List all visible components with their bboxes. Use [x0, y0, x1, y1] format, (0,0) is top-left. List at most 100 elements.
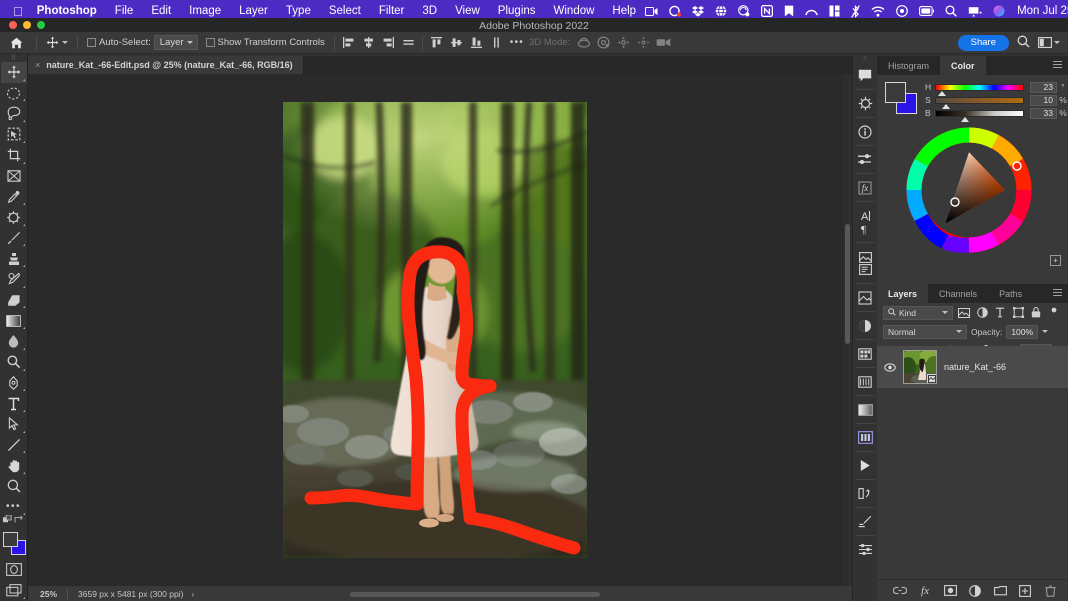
more-options-button[interactable]: •••	[505, 37, 529, 48]
object-selection-tool[interactable]	[1, 124, 27, 145]
dodge-tool[interactable]	[1, 352, 27, 373]
blend-mode-dropdown[interactable]: Normal	[883, 325, 967, 339]
lasso-tool[interactable]	[1, 103, 27, 124]
comments-icon[interactable]	[853, 62, 878, 89]
arc-icon[interactable]	[805, 6, 818, 17]
distribute-top-icon[interactable]	[488, 34, 505, 51]
screen-recording-icon[interactable]	[645, 6, 658, 17]
rotate-3d-icon[interactable]	[575, 34, 592, 51]
paragraph-icon[interactable]: ¶	[859, 223, 871, 235]
align-left-edges-icon[interactable]	[340, 34, 357, 51]
info-panel-icon[interactable]	[853, 118, 878, 145]
close-icon[interactable]: ×	[35, 60, 40, 70]
clone-stamp-tool[interactable]	[1, 248, 27, 269]
saturation-slider-track[interactable]	[935, 97, 1024, 104]
auto-select-checkbox[interactable]	[87, 38, 96, 47]
adjustment-layer-icon[interactable]	[853, 312, 878, 339]
move-tool-icon[interactable]	[42, 36, 72, 49]
menu-edit[interactable]: Edit	[142, 5, 180, 17]
character-paragraph-group[interactable]: A ¶	[853, 202, 878, 242]
menu-view[interactable]: View	[446, 5, 489, 17]
new-group-icon[interactable]	[993, 584, 1007, 598]
filter-type-icon[interactable]	[993, 306, 1007, 320]
menu-file[interactable]: File	[106, 5, 143, 17]
3d-panel-icon[interactable]	[853, 90, 878, 117]
layer-visibility-icon[interactable]	[883, 363, 896, 372]
grammarly-icon[interactable]	[669, 5, 681, 17]
brightness-value[interactable]: 33	[1030, 108, 1057, 119]
eraser-tool[interactable]	[1, 290, 27, 311]
layer-filter-dropdown[interactable]: Kind	[883, 306, 953, 320]
status-expand-icon[interactable]: ›	[183, 589, 194, 599]
spot-healing-brush-tool[interactable]	[1, 207, 27, 228]
quick-mask-icon[interactable]	[1, 559, 27, 580]
opacity-value[interactable]: 100%	[1006, 325, 1038, 339]
new-adjustment-layer-icon[interactable]	[968, 584, 982, 598]
notion-icon[interactable]	[761, 5, 773, 17]
brushes-icon[interactable]	[853, 508, 878, 535]
notes-icon[interactable]	[859, 264, 872, 275]
move-tool-caret[interactable]	[62, 41, 68, 44]
layers-panel-menu-icon[interactable]	[1053, 284, 1068, 303]
menu-help[interactable]: Help	[603, 5, 645, 17]
filter-shape-icon[interactable]	[1011, 306, 1025, 320]
canvas-horizontal-scrollbar[interactable]	[350, 592, 600, 597]
dropbox-icon[interactable]	[692, 5, 704, 17]
styles-icon[interactable]: fx	[853, 174, 878, 201]
scale-3d-icon[interactable]	[655, 34, 672, 51]
swatches-icon[interactable]	[853, 340, 878, 367]
libraries-icon[interactable]	[859, 252, 872, 263]
show-transform-checkbox[interactable]	[206, 38, 215, 47]
stats-icon[interactable]	[829, 5, 840, 17]
frame-tool[interactable]	[1, 166, 27, 187]
opacity-caret[interactable]	[1042, 330, 1048, 333]
menu-photoshop[interactable]: Photoshop	[35, 5, 106, 17]
distribute-bottom-icon[interactable]	[468, 34, 485, 51]
menu-type[interactable]: Type	[277, 5, 320, 17]
add-layer-mask-icon[interactable]	[943, 584, 957, 598]
hand-tool[interactable]	[1, 455, 27, 476]
distribute-spacing-icon[interactable]	[400, 34, 417, 51]
tools-panel-grip[interactable]: ⠿	[0, 54, 27, 62]
menu-image[interactable]: Image	[180, 5, 230, 17]
globe-icon[interactable]	[715, 5, 727, 17]
adjustments-icon[interactable]	[853, 146, 878, 173]
filter-toggle-icon[interactable]	[1047, 306, 1061, 320]
saturation-slider-thumb[interactable]	[942, 104, 950, 109]
pattern-icon[interactable]	[853, 284, 878, 311]
color-panel-menu-icon[interactable]	[1053, 56, 1068, 75]
document-tab[interactable]: × nature_Kat_-66-Edit.psd @ 25% (nature_…	[28, 56, 304, 74]
zoom-level[interactable]: 25%	[28, 589, 67, 599]
path-selection-tool[interactable]	[1, 414, 27, 435]
tab-layers[interactable]: Layers	[877, 284, 928, 303]
roll-3d-icon[interactable]	[595, 34, 612, 51]
share-button[interactable]: Share	[958, 35, 1009, 51]
siri-icon[interactable]	[993, 5, 1005, 17]
move-tool[interactable]	[1, 62, 27, 83]
crop-tool[interactable]	[1, 145, 27, 166]
filter-smart-object-icon[interactable]	[1029, 306, 1043, 320]
tab-histogram[interactable]: Histogram	[877, 56, 940, 75]
layer-thumbnail[interactable]	[903, 350, 937, 384]
bookmark-icon[interactable]	[784, 5, 794, 17]
add-to-swatches-button[interactable]: +	[1050, 255, 1061, 266]
battery-icon[interactable]	[919, 6, 934, 16]
bluetooth-off-icon[interactable]	[851, 5, 860, 18]
gradients-icon[interactable]	[853, 368, 878, 395]
hue-value[interactable]: 23	[1030, 82, 1057, 93]
hue-slider-track[interactable]	[935, 84, 1024, 91]
drag-3d-icon[interactable]	[615, 34, 632, 51]
pen-tool[interactable]	[1, 373, 27, 394]
menu-plugins[interactable]: Plugins	[489, 5, 545, 17]
foreground-color-swatch[interactable]	[3, 532, 18, 547]
color-panel-icon[interactable]	[853, 396, 878, 423]
tab-color[interactable]: Color	[940, 56, 986, 75]
histogram-icon[interactable]	[853, 424, 878, 451]
history-brush-tool[interactable]	[1, 269, 27, 290]
default-colors-icon[interactable]	[3, 511, 12, 529]
home-icon[interactable]	[0, 37, 31, 49]
menu-select[interactable]: Select	[320, 5, 370, 17]
search-icon[interactable]	[1017, 35, 1030, 51]
control-center-icon[interactable]	[896, 5, 908, 17]
saturation-value[interactable]: 10	[1030, 95, 1057, 106]
